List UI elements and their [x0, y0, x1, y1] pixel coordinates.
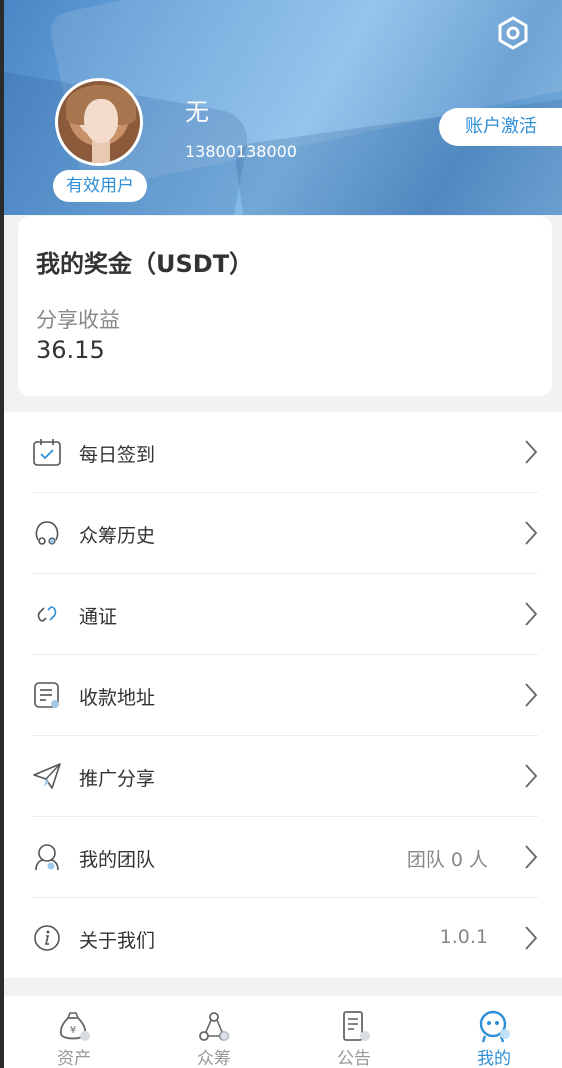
chevron-right-icon [525, 683, 538, 707]
menu-item-my-team[interactable]: 我的团队 团队 0 人 [32, 817, 538, 898]
team-icon [35, 844, 59, 871]
chevron-right-icon [525, 764, 538, 788]
bonus-title: 我的奖金（USDT） [36, 250, 254, 278]
user-phone: 13800138000 [185, 142, 297, 161]
money-bag-icon: ¥ [59, 1012, 90, 1041]
avatar[interactable] [55, 78, 143, 166]
team-count-value: 团队 0 人 [406, 849, 488, 871]
tab-assets[interactable]: ¥ 资产 [4, 996, 144, 1068]
chevron-right-icon [525, 602, 538, 626]
calendar-check-icon [33, 439, 61, 466]
settings-hex-icon[interactable] [496, 16, 530, 50]
tab-label: 资产 [57, 1049, 91, 1068]
menu-item-label: 众筹历史 [79, 525, 156, 547]
menu-item-promote-share[interactable]: 推广分享 [32, 736, 538, 817]
app-version-value: 1.0.1 [439, 926, 488, 948]
tab-label: 我的 [477, 1049, 511, 1068]
notice-icon [343, 1011, 370, 1041]
menu-item-label: 每日签到 [79, 444, 156, 466]
avatar-neck [92, 139, 110, 163]
settings-menu: 每日签到 众筹历史 通证 收款地址 推广分享 我的团队 团队 0 人 关于我们 … [4, 412, 562, 978]
token-link-icon [37, 606, 57, 622]
menu-item-token[interactable]: 通证 [32, 574, 538, 655]
menu-item-label: 收款地址 [79, 687, 156, 709]
tab-mine[interactable]: 我的 [424, 996, 562, 1068]
tab-label: 公告 [337, 1049, 371, 1068]
chevron-right-icon [525, 845, 538, 869]
menu-item-crowdfund-history[interactable]: 众筹历史 [32, 493, 538, 574]
info-icon [34, 925, 60, 951]
user-name: 无 [185, 98, 209, 126]
tab-crowdfund[interactable]: 众筹 [144, 996, 284, 1068]
tab-label: 众筹 [197, 1049, 231, 1068]
paper-plane-icon [33, 763, 61, 789]
avatar-face [84, 99, 118, 143]
bonus-subtitle: 分享收益 [36, 308, 120, 332]
bottom-tab-bar: ¥ 资产 众筹 公告 我的 [4, 996, 562, 1068]
menu-item-daily-checkin[interactable]: 每日签到 [32, 412, 538, 493]
menu-item-label: 关于我们 [79, 930, 156, 952]
menu-item-receive-address[interactable]: 收款地址 [32, 655, 538, 736]
crowdfund-icon [199, 1012, 230, 1041]
menu-item-label: 通证 [79, 606, 118, 628]
tab-notice[interactable]: 公告 [284, 996, 424, 1068]
bonus-card: 我的奖金（USDT） 分享收益 36.15 [18, 216, 552, 396]
menu-item-label: 推广分享 [79, 768, 156, 790]
chevron-right-icon [525, 521, 538, 545]
menu-item-label: 我的团队 [79, 849, 156, 871]
profile-icon [479, 1010, 510, 1043]
svg-text:¥: ¥ [70, 1025, 76, 1036]
bonus-value: 36.15 [36, 336, 105, 364]
window-edge [0, 0, 4, 1068]
chevron-right-icon [525, 926, 538, 950]
crowdfund-history-icon [35, 521, 59, 545]
account-activate-button[interactable]: 账户激活 [439, 108, 562, 146]
user-status-badge: 有效用户 [53, 170, 147, 202]
menu-item-about-us[interactable]: 关于我们 1.0.1 [32, 898, 538, 979]
address-doc-icon [34, 682, 59, 708]
profile-header: 有效用户 无 13800138000 账户激活 [0, 0, 562, 215]
chevron-right-icon [525, 440, 538, 464]
